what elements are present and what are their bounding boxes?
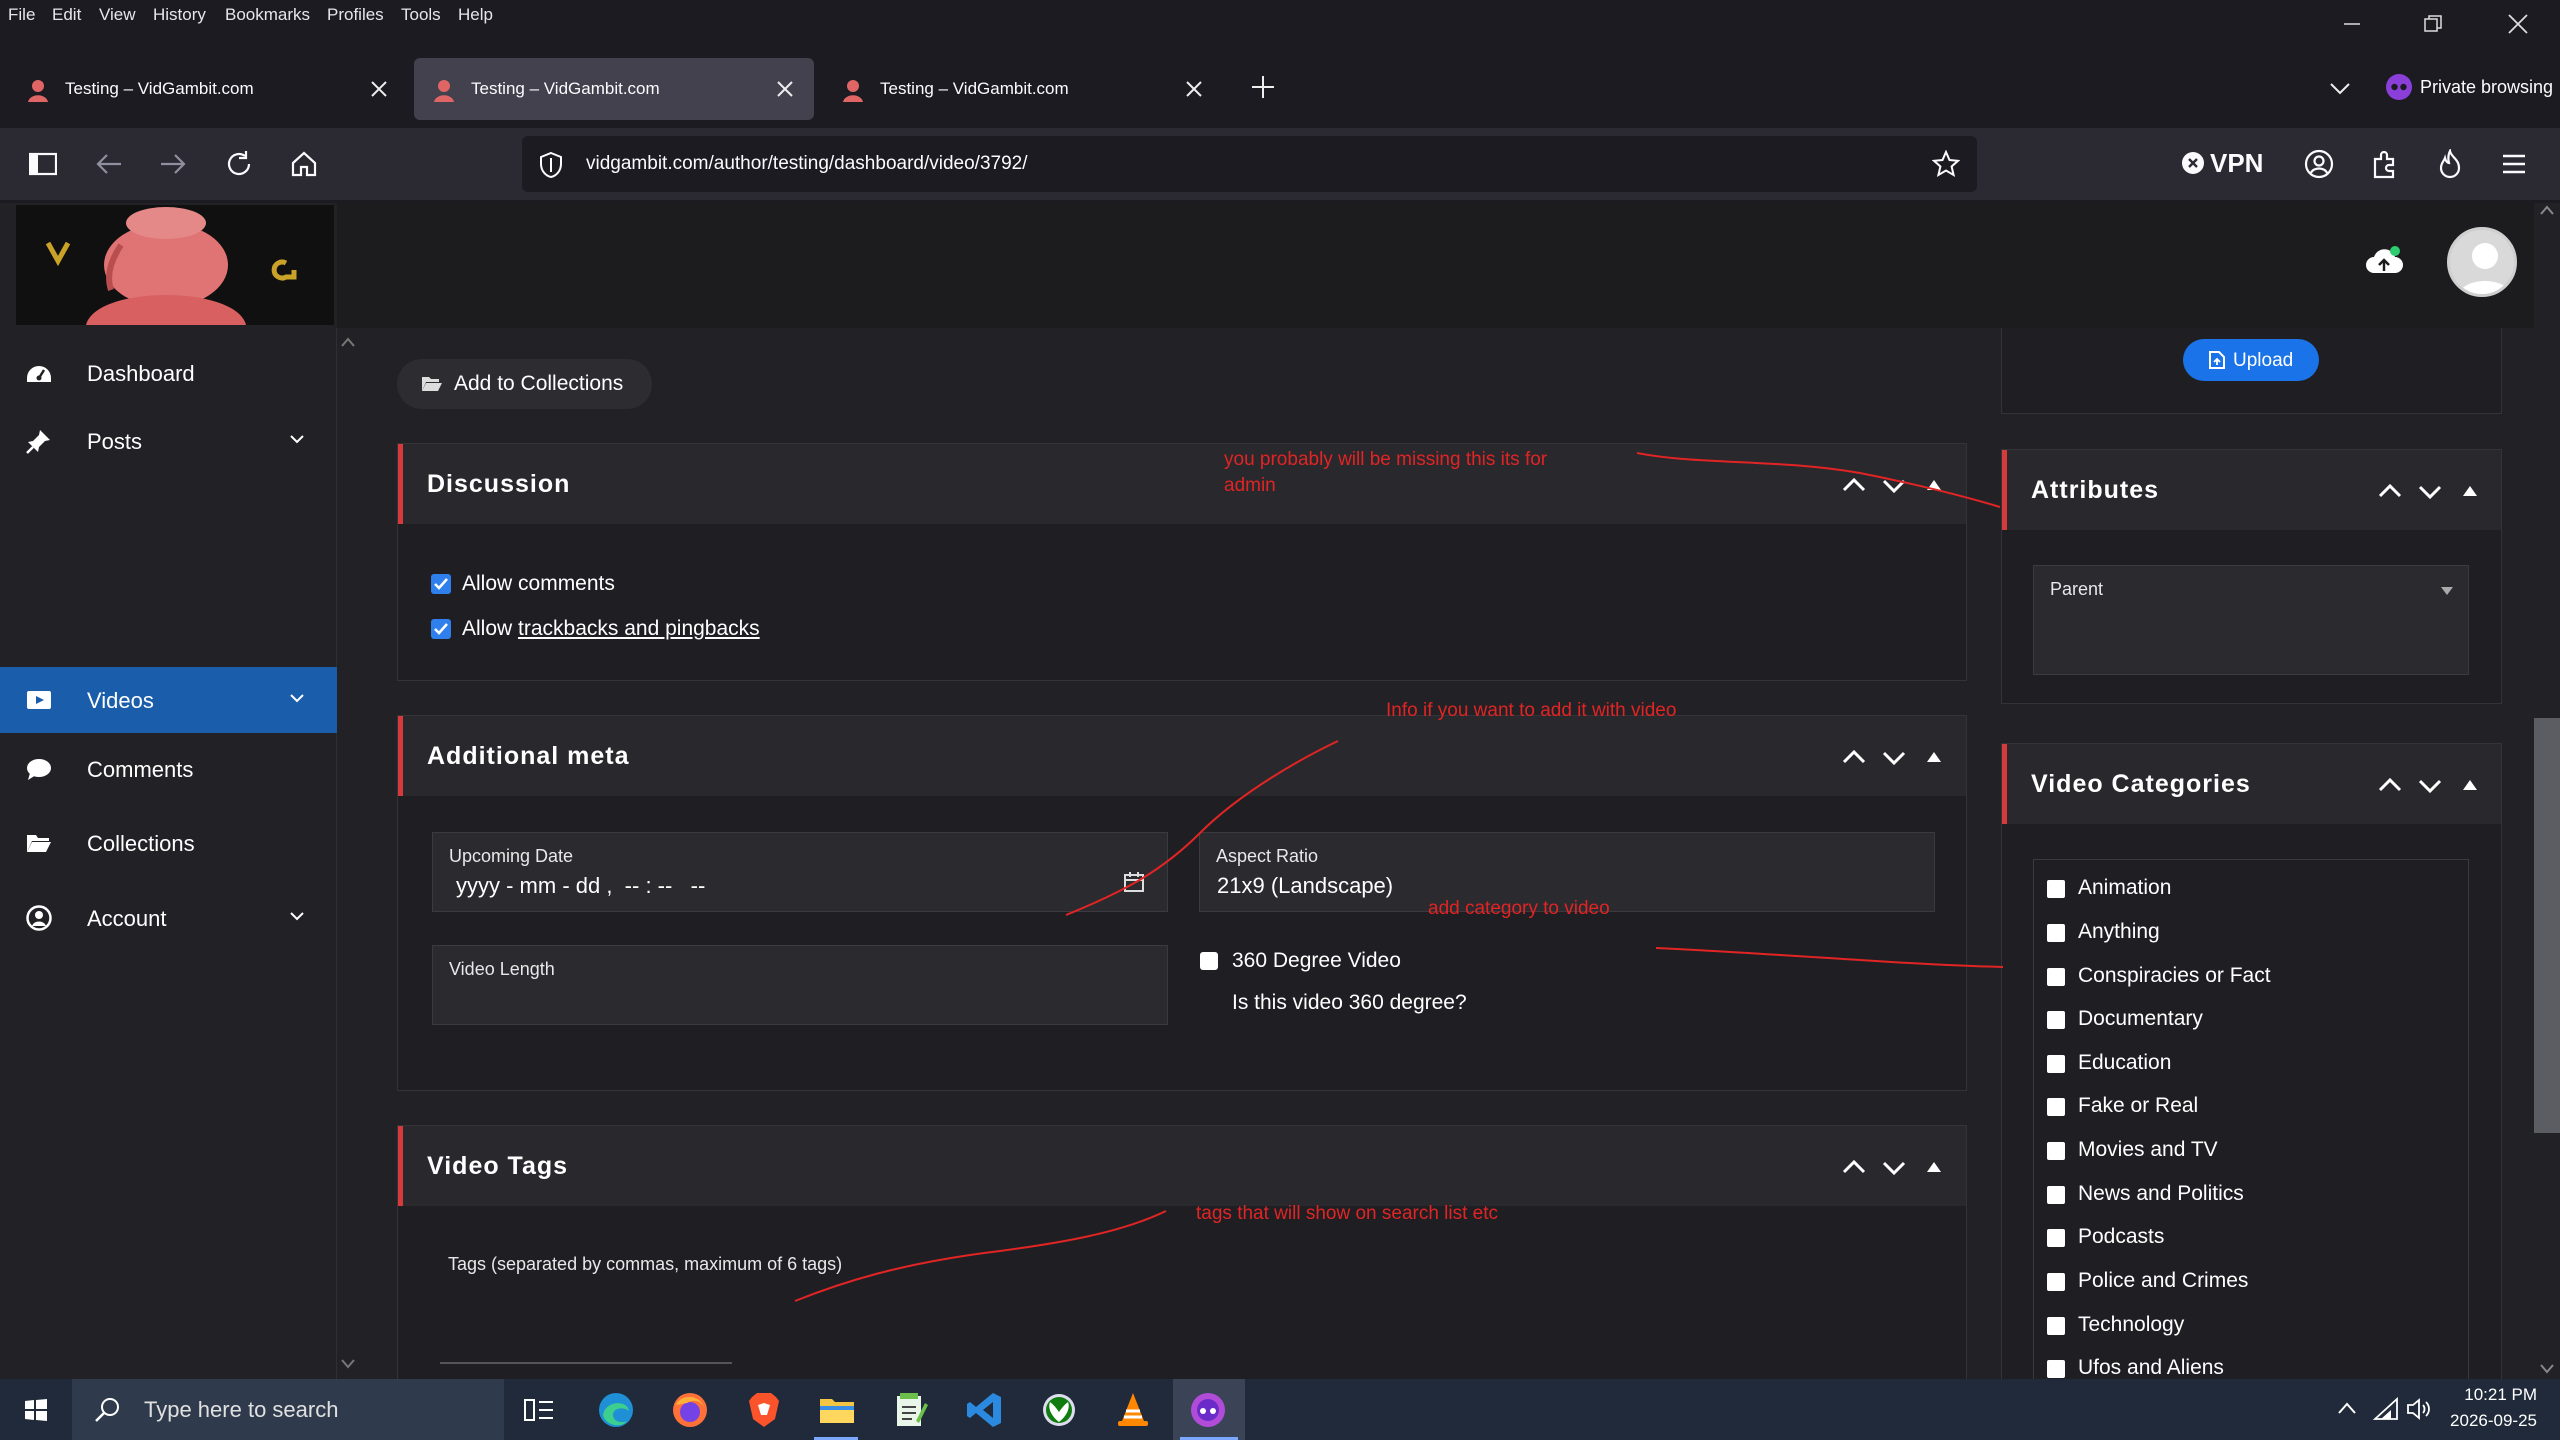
vpn-label: VPN <box>2210 148 2264 178</box>
taskbar-firefox[interactable] <box>669 1389 711 1431</box>
xbox-icon <box>1043 1394 1075 1426</box>
edge-icon <box>599 1393 633 1427</box>
minimize-button[interactable] <box>2312 4 2392 44</box>
close-icon <box>2508 14 2528 34</box>
url-bar[interactable]: vidgambit.com/author/testing/dashboard/v… <box>522 136 1977 192</box>
reload-icon <box>227 151 251 176</box>
minimize-icon <box>2344 23 2360 25</box>
tab-2[interactable]: Testing – VidGambit.com <box>414 58 814 120</box>
menu-file[interactable]: File <box>8 5 35 25</box>
folder-explorer-icon <box>820 1399 854 1423</box>
network-icon[interactable] <box>2373 1397 2399 1421</box>
taskbar-notepad[interactable] <box>890 1389 932 1431</box>
tab-list-chevron-icon[interactable] <box>2328 76 2352 100</box>
url-text[interactable]: vidgambit.com/author/testing/dashboard/v… <box>586 153 1028 175</box>
tray-chevron-up-icon[interactable] <box>2338 1401 2356 1415</box>
puzzle-icon <box>2373 150 2395 179</box>
navigation-bar: vidgambit.com/author/testing/dashboard/v… <box>0 128 2560 200</box>
menu-help[interactable]: Help <box>458 5 493 25</box>
clock-date[interactable]: 2026-09-25 <box>2444 1411 2537 1431</box>
scroll-down-icon[interactable] <box>2540 1364 2554 1374</box>
search-placeholder: Type here to search <box>144 1397 339 1422</box>
page-content: Dashboard Posts Videos Comments Collecti… <box>0 203 2560 1379</box>
close-window-button[interactable] <box>2478 4 2558 44</box>
close-tab-icon[interactable] <box>774 78 796 100</box>
sidebar-toggle-button[interactable] <box>24 145 62 183</box>
taskbar-file-explorer[interactable] <box>816 1389 858 1431</box>
extensions-button[interactable] <box>2366 145 2404 183</box>
favicon-icon <box>434 80 454 102</box>
brave-icon <box>749 1393 779 1427</box>
task-view-icon <box>524 1399 553 1421</box>
sidebar-icon <box>29 152 57 176</box>
close-tab-icon[interactable] <box>368 78 390 100</box>
menu-history[interactable]: History <box>153 5 206 25</box>
taskbar-firefox-private[interactable] <box>1187 1389 1229 1431</box>
home-icon <box>291 151 317 177</box>
clock-time[interactable]: 10:21 PM <box>2455 1385 2537 1405</box>
taskbar-vlc[interactable] <box>1112 1389 1154 1431</box>
shield-icon <box>540 151 562 179</box>
menu-tools[interactable]: Tools <box>401 5 441 25</box>
menu-edit[interactable]: Edit <box>52 5 81 25</box>
private-browsing-label: Private browsing <box>2420 77 2554 97</box>
tab-strip: Testing – VidGambit.com Testing – VidGam… <box>0 50 2560 126</box>
app-menu-button[interactable] <box>2495 145 2533 183</box>
flame-icon <box>2439 149 2461 179</box>
scrollbar-thumb[interactable] <box>2534 718 2560 1133</box>
taskbar-brave[interactable] <box>743 1389 785 1431</box>
reload-button[interactable] <box>220 145 258 183</box>
arrow-left-icon <box>96 154 121 174</box>
favicon-icon <box>843 80 863 102</box>
bookmark-star-icon[interactable] <box>1932 150 1960 178</box>
menu-bar: File Edit View History Bookmarks Profile… <box>0 0 2560 32</box>
tab-title: Testing – VidGambit.com <box>471 79 660 98</box>
tab-3[interactable]: Testing – VidGambit.com <box>823 58 1223 120</box>
close-tab-icon[interactable] <box>1183 78 1205 100</box>
account-icon <box>2304 149 2334 179</box>
home-button[interactable] <box>285 145 323 183</box>
favicon-icon <box>28 80 48 102</box>
menu-view[interactable]: View <box>99 5 136 25</box>
notepad-icon <box>897 1393 928 1426</box>
restore-button[interactable] <box>2393 4 2473 44</box>
taskbar: Type here to search 10:21 PM 2026-09-25 <box>0 1379 2560 1440</box>
arrow-right-icon <box>161 154 186 174</box>
taskbar-search[interactable]: Type here to search <box>72 1379 504 1440</box>
windows-icon <box>25 1399 47 1421</box>
scroll-up-icon[interactable] <box>2540 205 2554 215</box>
vscode-icon <box>967 1393 1001 1427</box>
private-firefox-icon <box>1191 1393 1225 1427</box>
back-button[interactable] <box>90 145 128 183</box>
forward-button[interactable] <box>154 145 192 183</box>
firefox-view-button[interactable] <box>2431 145 2469 183</box>
firefox-icon <box>673 1393 707 1427</box>
private-mask-icon <box>2386 74 2412 100</box>
volume-icon[interactable] <box>2406 1397 2432 1421</box>
annotation-strokes <box>794 452 2004 1302</box>
menu-profiles[interactable]: Profiles <box>327 5 384 25</box>
taskbar-vscode[interactable] <box>964 1389 1006 1431</box>
search-icon <box>95 1398 119 1422</box>
account-button[interactable] <box>2300 145 2338 183</box>
vpn-off-icon <box>2182 152 2204 174</box>
menu-bookmarks[interactable]: Bookmarks <box>225 5 310 25</box>
taskbar-edge[interactable] <box>595 1389 637 1431</box>
page-scrollbar[interactable] <box>2534 203 2560 1379</box>
vlc-cone-icon <box>1118 1393 1148 1426</box>
start-button[interactable] <box>15 1389 57 1431</box>
tab-1[interactable]: Testing – VidGambit.com <box>8 58 408 120</box>
hamburger-icon <box>2503 154 2525 174</box>
restore-icon <box>2424 15 2442 32</box>
taskbar-xbox[interactable] <box>1038 1389 1080 1431</box>
tab-title: Testing – VidGambit.com <box>65 79 254 98</box>
tab-title: Testing – VidGambit.com <box>880 79 1069 98</box>
new-tab-icon[interactable] <box>1250 74 1276 100</box>
task-view-button[interactable] <box>518 1389 560 1431</box>
